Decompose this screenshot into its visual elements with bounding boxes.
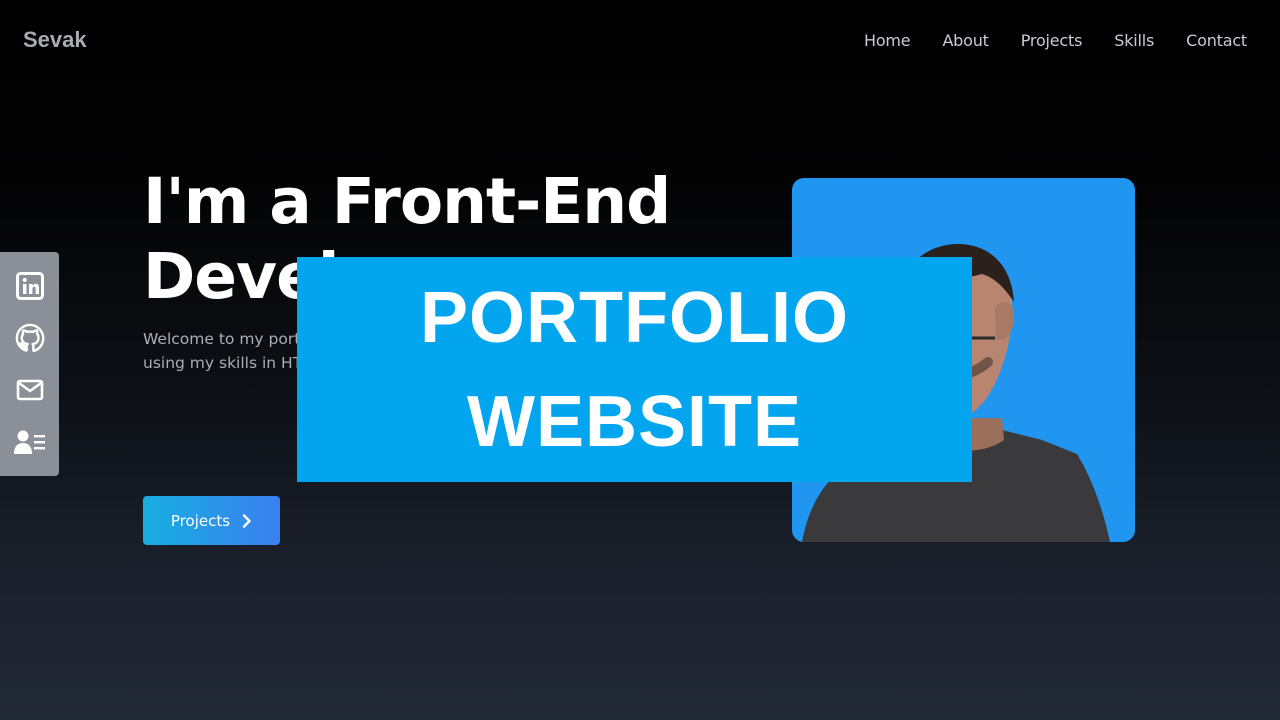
portfolio-banner: PORTFOLIO WEBSITE (297, 257, 972, 482)
banner-line-2: WEBSITE (466, 381, 802, 462)
social-github-link[interactable] (14, 322, 46, 354)
brand-logo[interactable]: Sevak (23, 27, 87, 53)
chevron-right-icon (242, 513, 251, 528)
mail-icon (16, 379, 43, 401)
main-nav: Home About Projects Skills Contact (864, 31, 1247, 50)
projects-button-label: Projects (170, 511, 231, 530)
social-resume-link[interactable] (13, 426, 46, 458)
nav-home[interactable]: Home (864, 31, 911, 50)
nav-projects[interactable]: Projects (1021, 31, 1083, 50)
resume-icon (13, 430, 45, 454)
nav-skills[interactable]: Skills (1114, 31, 1154, 50)
social-mail-link[interactable] (14, 374, 46, 406)
social-linkedin-link[interactable] (14, 270, 46, 302)
linkedin-icon (15, 272, 44, 300)
nav-contact[interactable]: Contact (1186, 31, 1247, 50)
social-sidebar (0, 252, 59, 476)
github-icon (15, 323, 44, 353)
nav-about[interactable]: About (942, 31, 989, 50)
banner-line-1: PORTFOLIO (420, 277, 849, 358)
projects-button[interactable]: Projects (143, 496, 280, 545)
